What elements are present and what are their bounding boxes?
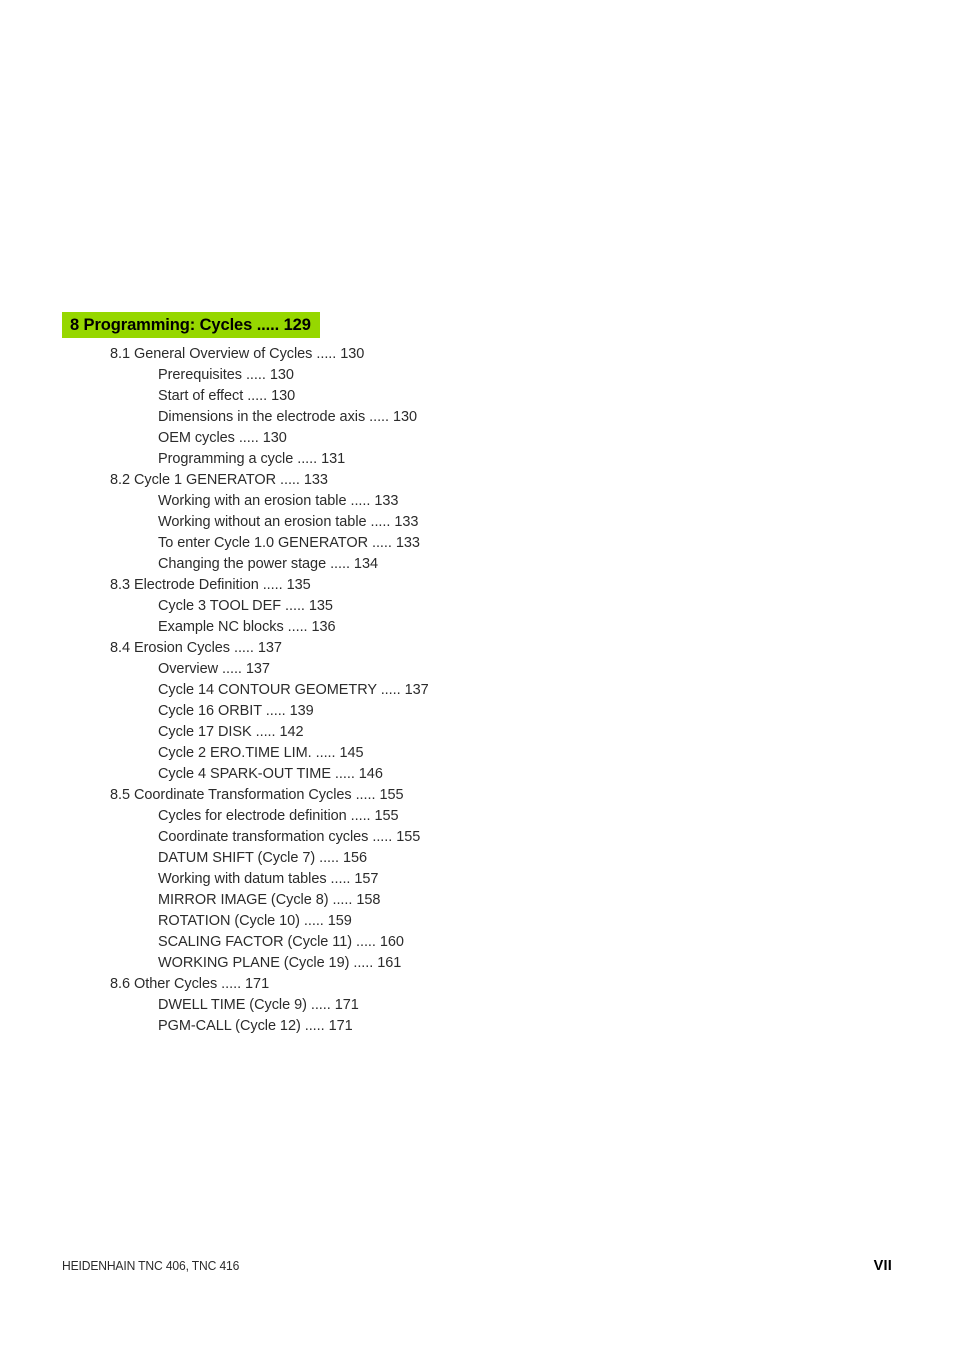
toc-entry[interactable]: DWELL TIME (Cycle 9) ..... 171 [0,995,954,1016]
toc-entry[interactable]: 8.6 Other Cycles ..... 171 [0,974,954,995]
toc-entry[interactable]: Programming a cycle ..... 131 [0,449,954,470]
footer-product-label: HEIDENHAIN TNC 406, TNC 416 [62,1258,240,1273]
chapter-heading: 8 Programming: Cycles ..... 129 [62,312,320,338]
footer-page-number: VII [873,1258,892,1274]
toc-entry[interactable]: Working without an erosion table ..... 1… [0,512,954,533]
toc-entry[interactable]: Overview ..... 137 [0,659,954,680]
toc-entry[interactable]: SCALING FACTOR (Cycle 11) ..... 160 [0,932,954,953]
toc-entry[interactable]: MIRROR IMAGE (Cycle 8) ..... 158 [0,890,954,911]
toc-entry[interactable]: 8.1 General Overview of Cycles ..... 130 [0,344,954,365]
toc-entry[interactable]: DATUM SHIFT (Cycle 7) ..... 156 [0,848,954,869]
toc-entry[interactable]: Example NC blocks ..... 136 [0,617,954,638]
toc-entry[interactable]: Changing the power stage ..... 134 [0,554,954,575]
toc-entry[interactable]: Cycle 16 ORBIT ..... 139 [0,701,954,722]
table-of-contents: 8.1 General Overview of Cycles ..... 130… [0,344,954,1037]
toc-page: 8 Programming: Cycles ..... 129 8.1 Gene… [0,0,954,1348]
chapter-heading-label: 8 Programming: Cycles ..... 129 [70,315,311,334]
toc-entry[interactable]: 8.5 Coordinate Transformation Cycles ...… [0,785,954,806]
toc-entry[interactable]: 8.2 Cycle 1 GENERATOR ..... 133 [0,470,954,491]
toc-entry[interactable]: Start of effect ..... 130 [0,386,954,407]
toc-entry[interactable]: ROTATION (Cycle 10) ..... 159 [0,911,954,932]
toc-entry[interactable]: 8.3 Electrode Definition ..... 135 [0,575,954,596]
toc-entry[interactable]: Cycle 14 CONTOUR GEOMETRY ..... 137 [0,680,954,701]
page-footer: HEIDENHAIN TNC 406, TNC 416 VII [62,1258,892,1274]
toc-entry[interactable]: Cycles for electrode definition ..... 15… [0,806,954,827]
toc-entry[interactable]: Prerequisites ..... 130 [0,365,954,386]
toc-entry[interactable]: Cycle 2 ERO.TIME LIM. ..... 145 [0,743,954,764]
toc-entry[interactable]: Working with datum tables ..... 157 [0,869,954,890]
toc-entry[interactable]: Working with an erosion table ..... 133 [0,491,954,512]
toc-entry[interactable]: PGM-CALL (Cycle 12) ..... 171 [0,1016,954,1037]
toc-entry[interactable]: OEM cycles ..... 130 [0,428,954,449]
toc-entry[interactable]: Cycle 3 TOOL DEF ..... 135 [0,596,954,617]
toc-entry[interactable]: Cycle 17 DISK ..... 142 [0,722,954,743]
toc-entry[interactable]: Dimensions in the electrode axis ..... 1… [0,407,954,428]
toc-entry[interactable]: Cycle 4 SPARK-OUT TIME ..... 146 [0,764,954,785]
toc-entry[interactable]: 8.4 Erosion Cycles ..... 137 [0,638,954,659]
toc-entry[interactable]: To enter Cycle 1.0 GENERATOR ..... 133 [0,533,954,554]
toc-entry[interactable]: WORKING PLANE (Cycle 19) ..... 161 [0,953,954,974]
toc-entry[interactable]: Coordinate transformation cycles ..... 1… [0,827,954,848]
